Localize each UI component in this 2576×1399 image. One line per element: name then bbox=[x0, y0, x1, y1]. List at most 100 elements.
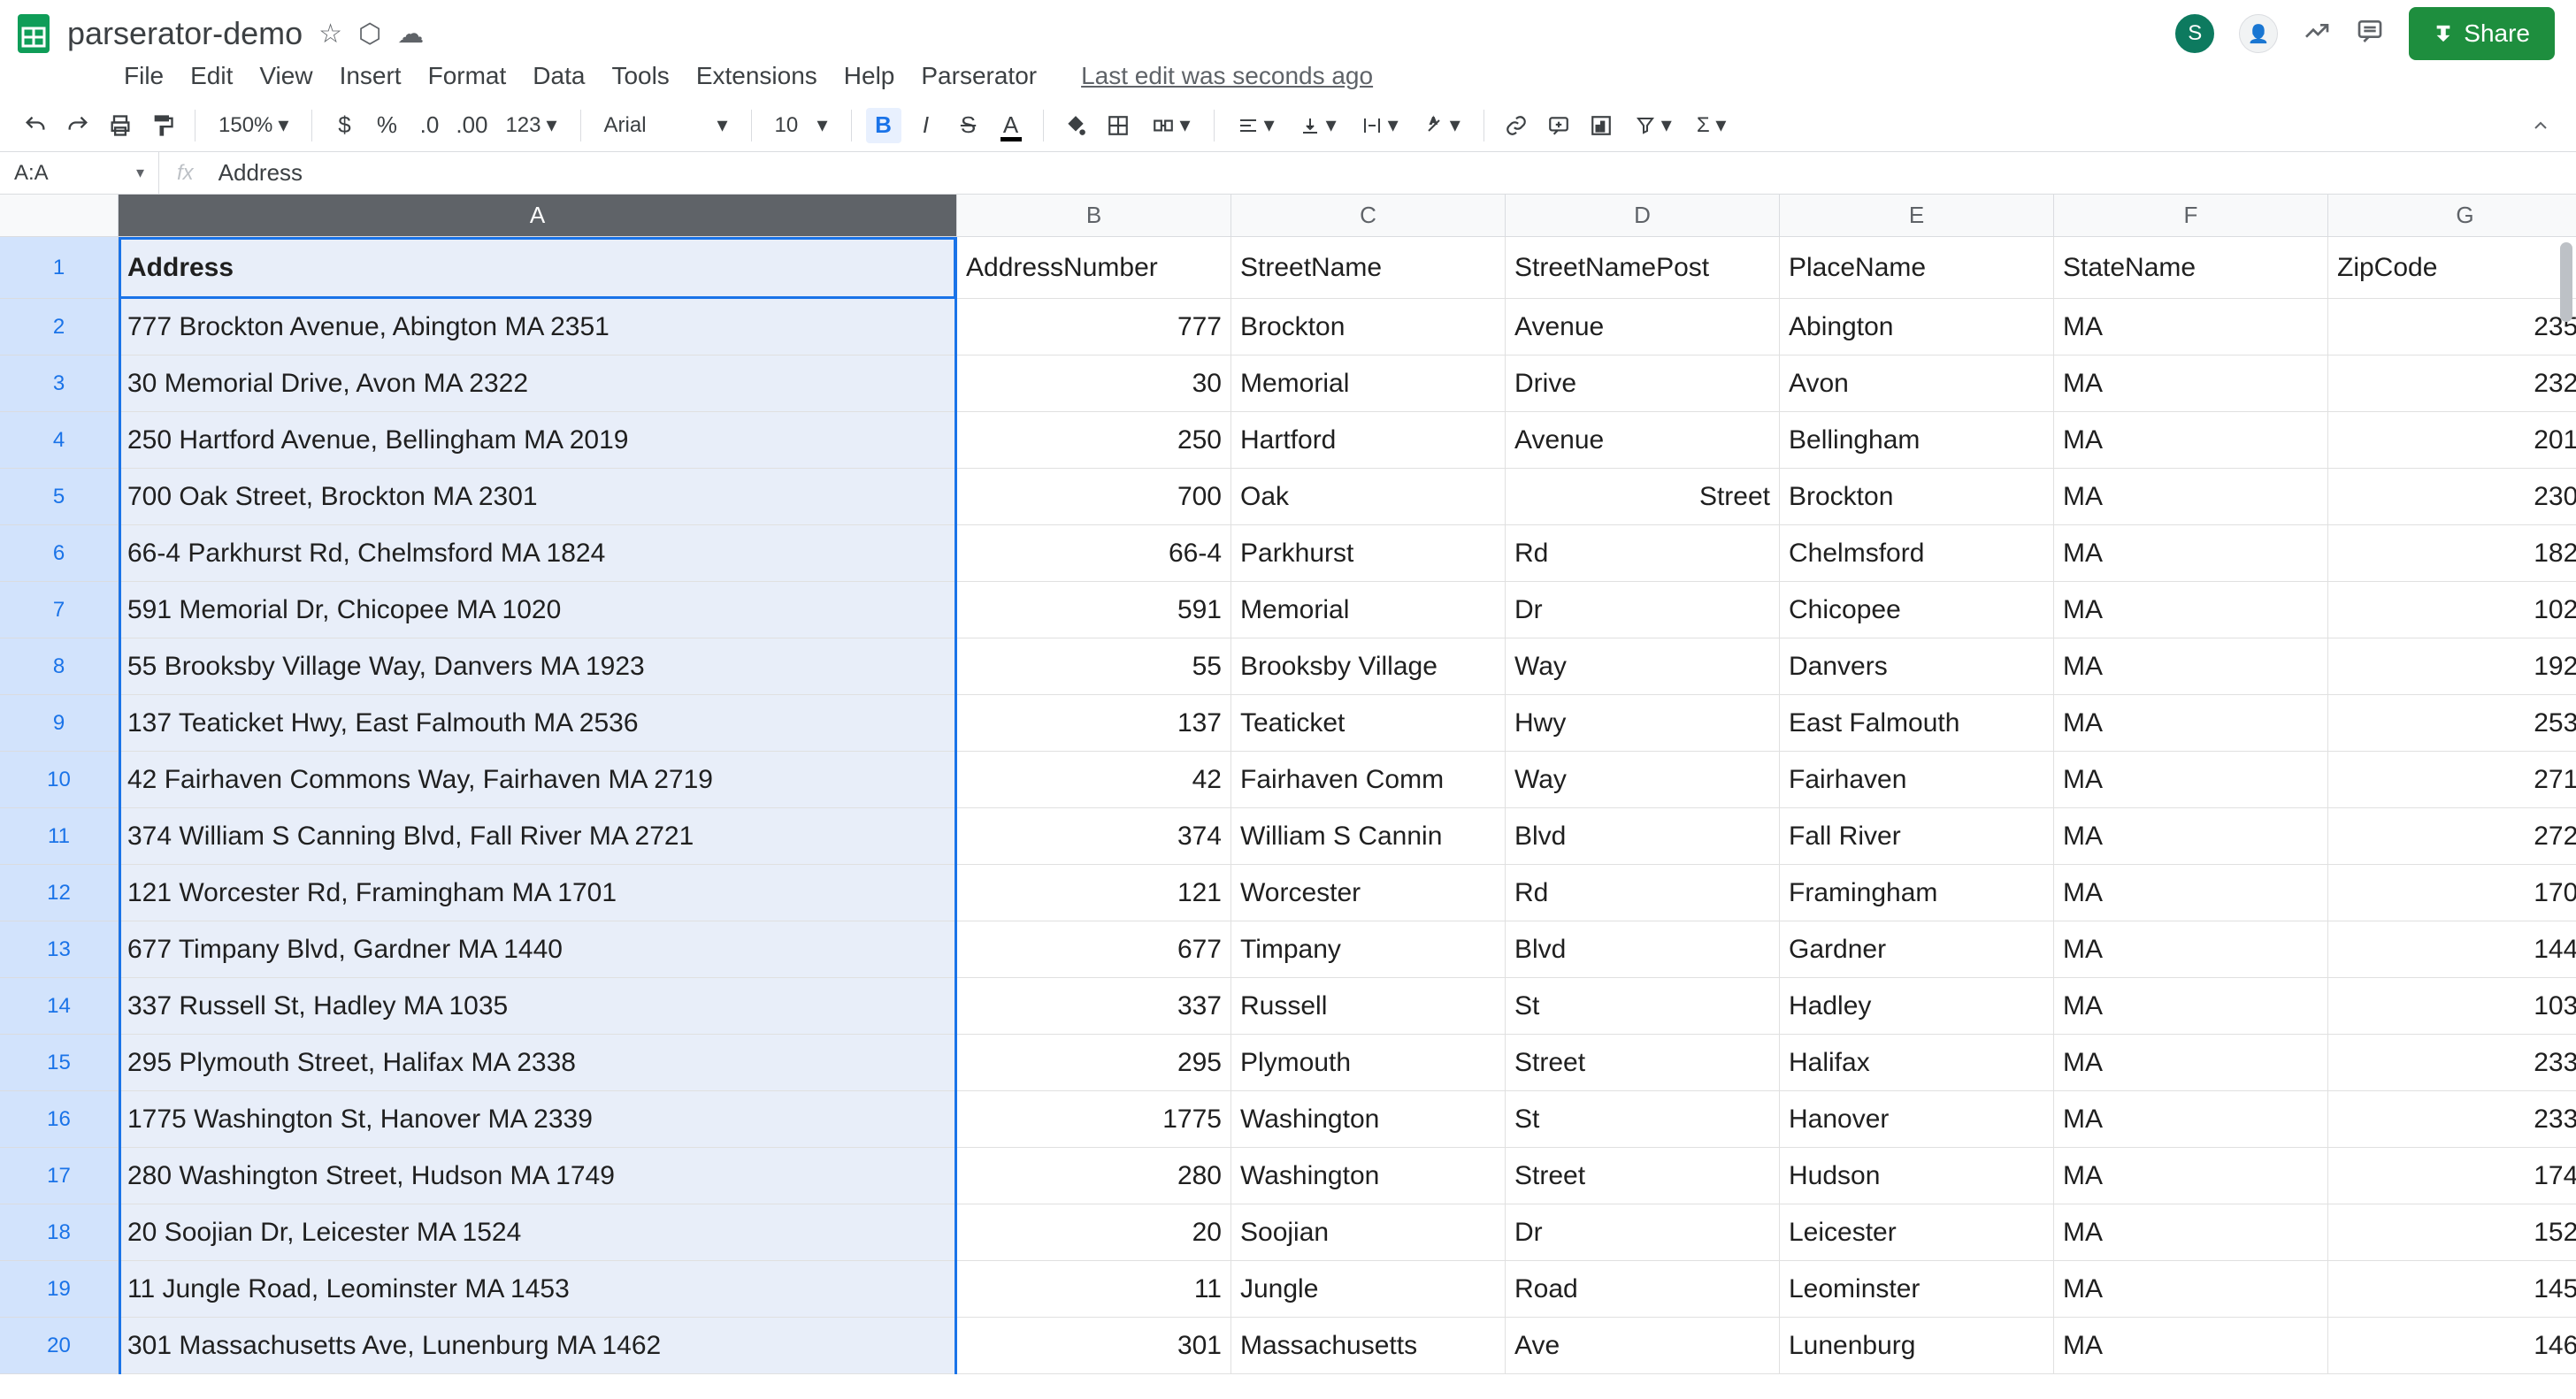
cell[interactable]: 30 Memorial Drive, Avon MA 2322 bbox=[119, 355, 957, 412]
column-header[interactable]: F bbox=[2054, 195, 2328, 237]
cell[interactable]: Parkhurst bbox=[1231, 525, 1506, 582]
cell[interactable]: Fairhaven bbox=[1780, 752, 2054, 808]
column-header[interactable]: C bbox=[1231, 195, 1506, 237]
comments-icon[interactable] bbox=[2356, 17, 2384, 51]
font-size-select[interactable]: 10 ▾ bbox=[766, 112, 837, 138]
redo-button[interactable] bbox=[60, 108, 96, 143]
menu-parserator[interactable]: Parserator bbox=[921, 62, 1037, 90]
merge-cells-button[interactable]: ▾ bbox=[1143, 112, 1200, 138]
cell[interactable]: Bellingham bbox=[1780, 412, 2054, 469]
cell[interactable]: 55 bbox=[957, 638, 1231, 695]
row-header[interactable]: 14 bbox=[0, 978, 119, 1035]
cell[interactable]: Chicopee bbox=[1780, 582, 2054, 638]
cell[interactable]: Fairhaven Comm bbox=[1231, 752, 1506, 808]
cell[interactable]: Hanover bbox=[1780, 1091, 2054, 1148]
cell[interactable]: MA bbox=[2054, 865, 2328, 921]
name-box[interactable]: A:A▾ bbox=[0, 152, 159, 194]
cell[interactable]: 1775 bbox=[957, 1091, 1231, 1148]
cell[interactable]: 1440 bbox=[2328, 921, 2576, 978]
currency-button[interactable]: $ bbox=[326, 108, 362, 143]
cell[interactable]: Massachusetts bbox=[1231, 1318, 1506, 1374]
cell[interactable]: MA bbox=[2054, 1318, 2328, 1374]
row-header[interactable]: 20 bbox=[0, 1318, 119, 1374]
cell[interactable]: 2301 bbox=[2328, 469, 2576, 525]
cell[interactable]: MA bbox=[2054, 1035, 2328, 1091]
cell[interactable]: Russell bbox=[1231, 978, 1506, 1035]
cell[interactable]: Halifax bbox=[1780, 1035, 2054, 1091]
increase-decimal-button[interactable]: .00 bbox=[454, 108, 489, 143]
cell[interactable]: Brockton bbox=[1780, 469, 2054, 525]
cell[interactable]: Street bbox=[1506, 469, 1780, 525]
menu-format[interactable]: Format bbox=[428, 62, 507, 90]
cell[interactable]: StateName bbox=[2054, 237, 2328, 299]
select-all-corner[interactable] bbox=[0, 195, 119, 237]
cell[interactable]: MA bbox=[2054, 299, 2328, 355]
cell[interactable]: 42 bbox=[957, 752, 1231, 808]
cell[interactable]: MA bbox=[2054, 355, 2328, 412]
anonymous-user-icon[interactable]: 👤 bbox=[2239, 14, 2278, 53]
cell[interactable]: 11 Jungle Road, Leominster MA 1453 bbox=[119, 1261, 957, 1318]
spreadsheet-grid[interactable]: ABCDEFG1AddressAddressNumberStreetNameSt… bbox=[0, 195, 2576, 1374]
cell[interactable]: 66-4 Parkhurst Rd, Chelmsford MA 1824 bbox=[119, 525, 957, 582]
cell[interactable]: 250 Hartford Avenue, Bellingham MA 2019 bbox=[119, 412, 957, 469]
cell[interactable]: 1453 bbox=[2328, 1261, 2576, 1318]
column-header[interactable]: D bbox=[1506, 195, 1780, 237]
star-icon[interactable]: ☆ bbox=[318, 19, 342, 50]
cell[interactable]: Street bbox=[1506, 1035, 1780, 1091]
cell[interactable]: StreetName bbox=[1231, 237, 1506, 299]
menu-extensions[interactable]: Extensions bbox=[696, 62, 817, 90]
cell[interactable]: 2351 bbox=[2328, 299, 2576, 355]
cell[interactable]: 20 Soojian Dr, Leicester MA 1524 bbox=[119, 1204, 957, 1261]
cell[interactable]: 591 Memorial Dr, Chicopee MA 1020 bbox=[119, 582, 957, 638]
cell[interactable]: Fall River bbox=[1780, 808, 2054, 865]
cell[interactable]: MA bbox=[2054, 808, 2328, 865]
cell[interactable]: MA bbox=[2054, 525, 2328, 582]
insert-comment-button[interactable] bbox=[1541, 108, 1576, 143]
row-header[interactable]: 2 bbox=[0, 299, 119, 355]
sheets-logo[interactable] bbox=[11, 11, 57, 57]
cell[interactable]: Avenue bbox=[1506, 412, 1780, 469]
borders-button[interactable] bbox=[1100, 108, 1136, 143]
cell[interactable]: 121 bbox=[957, 865, 1231, 921]
cell[interactable]: 280 bbox=[957, 1148, 1231, 1204]
cell[interactable]: MA bbox=[2054, 752, 2328, 808]
menu-data[interactable]: Data bbox=[533, 62, 585, 90]
cell[interactable]: St bbox=[1506, 1091, 1780, 1148]
cell[interactable]: 374 bbox=[957, 808, 1231, 865]
font-select[interactable]: Arial ▾ bbox=[595, 112, 737, 138]
cell[interactable]: Rd bbox=[1506, 525, 1780, 582]
cell[interactable]: Drive bbox=[1506, 355, 1780, 412]
cell[interactable]: 337 Russell St, Hadley MA 1035 bbox=[119, 978, 957, 1035]
cell[interactable]: Oak bbox=[1231, 469, 1506, 525]
cell[interactable]: 700 bbox=[957, 469, 1231, 525]
user-avatar[interactable]: S bbox=[2175, 14, 2214, 53]
cell[interactable]: 1462 bbox=[2328, 1318, 2576, 1374]
cell[interactable]: 700 Oak Street, Brockton MA 2301 bbox=[119, 469, 957, 525]
cell[interactable]: 295 Plymouth Street, Halifax MA 2338 bbox=[119, 1035, 957, 1091]
cell[interactable]: 30 bbox=[957, 355, 1231, 412]
cell[interactable]: 337 bbox=[957, 978, 1231, 1035]
cell[interactable]: 591 bbox=[957, 582, 1231, 638]
cell[interactable]: East Falmouth bbox=[1780, 695, 2054, 752]
cell[interactable]: 1701 bbox=[2328, 865, 2576, 921]
cell[interactable]: AddressNumber bbox=[957, 237, 1231, 299]
cell[interactable]: Dr bbox=[1506, 582, 1780, 638]
cell[interactable]: StreetNamePost bbox=[1506, 237, 1780, 299]
cell[interactable]: 11 bbox=[957, 1261, 1231, 1318]
cell[interactable]: Chelmsford bbox=[1780, 525, 2054, 582]
cell[interactable]: St bbox=[1506, 978, 1780, 1035]
row-header[interactable]: 19 bbox=[0, 1261, 119, 1318]
column-header[interactable]: A bbox=[119, 195, 957, 237]
cell[interactable]: Timpany bbox=[1231, 921, 1506, 978]
cell[interactable]: 2536 bbox=[2328, 695, 2576, 752]
cell[interactable]: 1749 bbox=[2328, 1148, 2576, 1204]
filter-button[interactable]: ▾ bbox=[1626, 112, 1681, 138]
cell[interactable]: Ave bbox=[1506, 1318, 1780, 1374]
cell[interactable]: 1035 bbox=[2328, 978, 2576, 1035]
cell[interactable]: 137 Teaticket Hwy, East Falmouth MA 2536 bbox=[119, 695, 957, 752]
insert-chart-button[interactable] bbox=[1583, 108, 1619, 143]
cell[interactable]: Danvers bbox=[1780, 638, 2054, 695]
row-header[interactable]: 7 bbox=[0, 582, 119, 638]
cell[interactable]: MA bbox=[2054, 1261, 2328, 1318]
cell[interactable]: Brooksby Village bbox=[1231, 638, 1506, 695]
